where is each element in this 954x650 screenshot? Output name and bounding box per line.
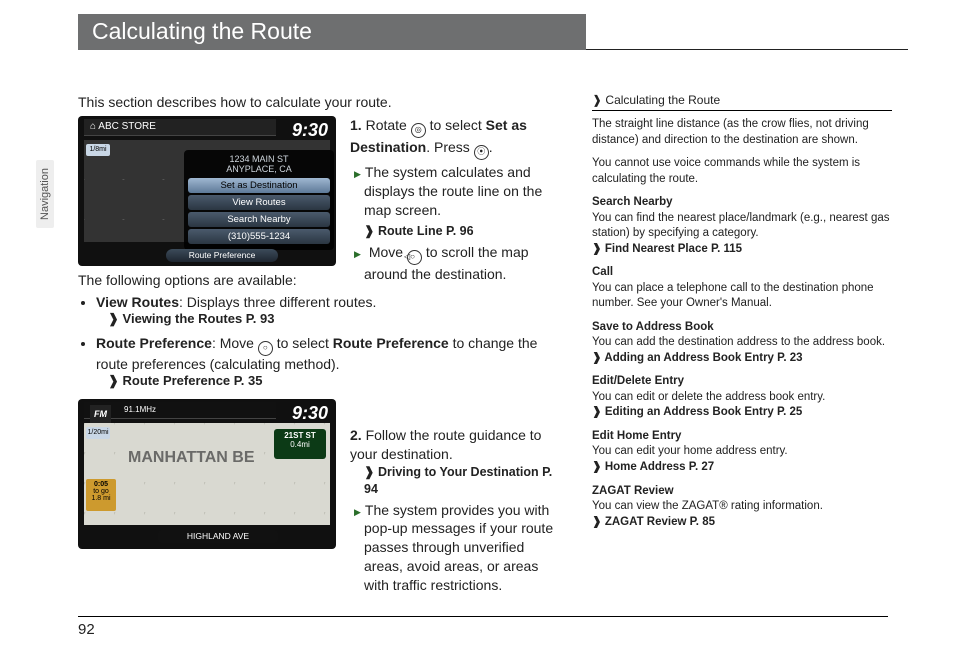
address-line: 1234 MAIN ST ANYPLACE, CA	[188, 154, 330, 174]
screenshot2-titlebar: FM 91.1MHz	[84, 402, 276, 419]
step2-sub1: The system provides you with pop-up mess…	[350, 501, 565, 595]
route-preference-button[interactable]: Route Preference	[166, 249, 278, 262]
map-area-label: MANHATTAN BE	[128, 449, 255, 467]
radio-freq: 91.1MHz	[124, 405, 156, 414]
intro-text: This section describes how to calculate …	[78, 94, 568, 110]
clock: 9:30	[292, 120, 328, 141]
clock: 9:30	[292, 403, 328, 424]
section-tab: Navigation	[36, 160, 54, 228]
option-route-preference: Route Preference: Move ○ to select Route…	[96, 335, 568, 389]
sidebar-search-nearby: Search Nearby You can find the nearest p…	[592, 195, 892, 257]
step-1: 1. Rotate ◎ to select Set as Destination…	[350, 116, 565, 286]
xref-driving: Driving to Your Destination P. 94	[364, 464, 565, 498]
sidebar-title: ❱ Calculating the Route	[592, 92, 892, 111]
eta-box: 0:05 to go 1.8 mi	[86, 479, 116, 511]
sidebar-call: Call You can place a telephone call to t…	[592, 265, 892, 312]
xref-viewing-routes: Viewing the Routes P. 93	[108, 311, 274, 326]
step1-sub2: Move ◁○ to scroll the map around the des…	[350, 243, 565, 284]
sidebar-title-icon: ❱	[592, 93, 602, 107]
info-sidebar: ❱ Calculating the Route The straight lin…	[592, 92, 892, 530]
options-list: View Routes: Displays three different ro…	[78, 294, 568, 389]
map-scale: 1/8mi	[86, 144, 110, 156]
menu-call-number[interactable]: (310)555-1234	[188, 229, 330, 244]
home-icon: ⌂	[90, 121, 96, 132]
press-icon: ⦿	[474, 145, 489, 160]
menu-search-nearby[interactable]: Search Nearby	[188, 212, 330, 227]
fm-badge: FM	[90, 405, 111, 423]
destination-menu: 1234 MAIN ST ANYPLACE, CA Set as Destina…	[184, 150, 334, 250]
sidebar-p1: The straight line distance (as the crow …	[592, 117, 892, 148]
joystick-scroll-icon: ◁○	[407, 250, 422, 265]
header-rule	[586, 32, 908, 50]
sidebar-edit-delete-entry: Edit/Delete Entry You can edit or delete…	[592, 374, 892, 421]
sidebar-p2: You cannot use voice commands while the …	[592, 156, 892, 187]
menu-view-routes[interactable]: View Routes	[188, 195, 330, 210]
menu-set-as-destination[interactable]: Set as Destination	[188, 178, 330, 193]
xref-route-preference: Route Preference P. 35	[108, 373, 262, 388]
current-street-banner: HIGHLAND AVE	[158, 530, 278, 543]
xref-route-line: Route Line P. 96	[364, 223, 565, 240]
poi-name: ABC STORE	[98, 121, 156, 132]
sidebar-save-address-book: Save to Address Book You can add the des…	[592, 320, 892, 367]
nav-screenshot-1: ⌂ ABC STORE 9:30 1/8mi 1234 MAIN ST ANYP…	[78, 116, 336, 266]
option-view-routes: View Routes: Displays three different ro…	[96, 294, 568, 327]
step1-sub1: The system calculates and displays the r…	[350, 163, 565, 220]
map-scale: 1/20mi	[86, 427, 110, 439]
sidebar-edit-home-entry: Edit Home Entry You can edit your home a…	[592, 429, 892, 476]
nav-screenshot-2: FM 91.1MHz 9:30 1/20mi MANHATTAN BE 0:05…	[78, 399, 336, 549]
sidebar-zagat-review: ZAGAT Review You can view the ZAGAT® rat…	[592, 484, 892, 531]
step-2: 2. Follow the route guidance to your des…	[350, 426, 565, 598]
screenshot1-titlebar: ⌂ ABC STORE	[84, 119, 276, 136]
page-header: Calculating the Route	[78, 14, 908, 50]
page-title: Calculating the Route	[78, 14, 586, 50]
page-number: 92	[78, 616, 888, 638]
next-turn-box: 21ST ST 0.4mi	[274, 429, 326, 459]
joystick-icon: ○	[258, 341, 273, 356]
rotary-icon: ◎	[411, 123, 426, 138]
